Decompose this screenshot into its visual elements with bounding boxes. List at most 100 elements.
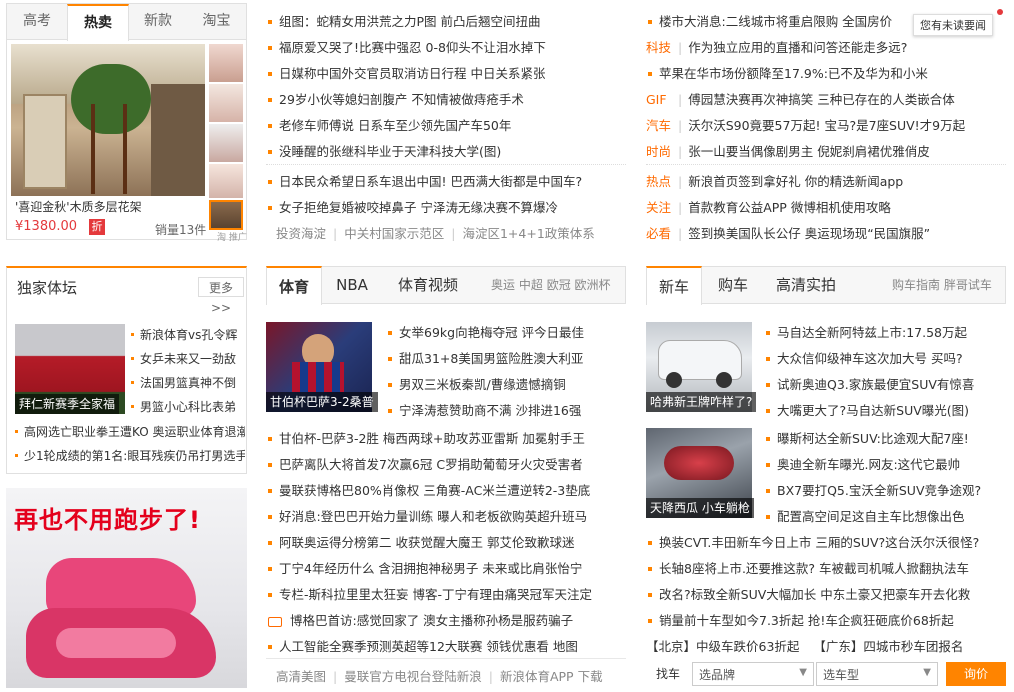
list-item[interactable]: 男篮小心科比表弟	[129, 398, 246, 415]
footer-link[interactable]: 高清美图	[276, 669, 326, 684]
news-item[interactable]: 马自达全新阿特兹上市:17.58万起	[764, 322, 1006, 341]
thumb-4[interactable]	[209, 164, 243, 198]
news-item[interactable]: 日媒称中国外交官员取消访日行程 中日关系紧张	[266, 63, 545, 82]
image-caption[interactable]: 拜仁新赛季全家福	[15, 394, 120, 414]
auto-image-1[interactable]: 哈弗新王牌咋样了?	[646, 322, 757, 412]
news-item[interactable]: 关注 | 首款教育公益APP 微博相机使用攻略	[646, 197, 891, 216]
news-item[interactable]: 日本民众希望日系车退出中国! 巴西满大街都是中国车?	[266, 171, 582, 190]
news-item[interactable]: 曝斯柯达全新SUV:比途观大配7座!	[764, 428, 1006, 447]
thumb-1[interactable]	[209, 44, 243, 82]
ad-link[interactable]: 投资海淀	[276, 226, 326, 241]
slipper-ad[interactable]: 再也不用跑步了!	[6, 488, 247, 688]
sub-link[interactable]: 胖哥试车	[944, 278, 992, 292]
inquire-button[interactable]: 询价	[946, 662, 1006, 686]
news-item[interactable]: 男双三米板秦凯/曹缘遗憾摘铜	[386, 374, 626, 393]
news-item[interactable]: 必看 | 签到换美国队长公仔 奥运现场现“民国旗服”	[646, 223, 930, 242]
news-item[interactable]: 阿联奥运得分榜第二 收获觉醒大魔王 郭艾伦致歉球迷	[266, 532, 626, 551]
news-item[interactable]: 销量前十车型如今7.3折起 抢!车企疯狂砸底价68折起	[646, 610, 1008, 629]
news-item[interactable]: 巴萨离队大将首发7次赢6冠 C罗捐助葡萄牙火灾受害者	[266, 454, 626, 473]
news-item[interactable]: 大众信仰级神车这次加大号 买吗?	[764, 348, 1006, 367]
news-item[interactable]: BX7要打Q5.宝沃全新SUV竞争途观?	[764, 480, 1006, 499]
news-item[interactable]: 博格巴首访:感觉回家了 澳女主播称孙杨是服药骗子	[266, 610, 626, 629]
tab-sports-video[interactable]: 体育视频	[386, 266, 470, 304]
news-item[interactable]: 试新奥迪Q3.家族最便宜SUV有惊喜	[764, 374, 1006, 393]
model-select[interactable]: 选车型 ▼	[816, 662, 938, 686]
shop-tab-gaokao[interactable]: 高考	[7, 4, 67, 38]
news-item[interactable]: 组图：蛇精女用洪荒之力P图 前凸后翘空间扭曲	[266, 11, 541, 30]
image-caption[interactable]: 甘伯杯巴萨3-2桑普	[266, 392, 378, 412]
shop-tab-hot[interactable]: 热卖	[67, 4, 129, 41]
sports-side-title[interactable]: 独家体坛	[17, 277, 77, 298]
thumb-5[interactable]	[209, 200, 243, 230]
unread-tooltip[interactable]: 您有未读要闻	[913, 14, 993, 36]
news-item[interactable]: 29岁小伙等媳妇剖腹产 不知情被做痔疮手术	[266, 89, 524, 108]
news-item[interactable]: 奥迪全新车曝光.网友:这代它最帅	[764, 454, 1006, 473]
promo-link[interactable]: 【广东】四城市秒车团报名	[813, 639, 963, 654]
tab-sports[interactable]: 体育	[266, 266, 322, 305]
news-item[interactable]: 楼市大消息:二线城市将重启限购 全国房价	[646, 11, 892, 30]
tab-nba[interactable]: NBA	[326, 266, 378, 304]
news-item[interactable]: 专栏-斯科拉里里太狂妄 博客-丁宁有理由痛哭冠军天注定	[266, 584, 626, 603]
news-item[interactable]: GIF | 傅园慧決赛再次神搞笑 三种已存在的人类嵌合体	[646, 89, 955, 108]
news-item[interactable]: 曼联获博格巴80%肖像权 三角赛-AC米兰遭逆转2-3垫底	[266, 480, 626, 499]
list-item[interactable]: 法国男篮真神不倒	[129, 374, 246, 391]
news-item[interactable]: 【北京】中级车跌价63折起 【广东】四城市秒车团报名	[646, 636, 1008, 655]
news-item[interactable]: 配置高空间足这自主车比想像出色	[764, 506, 1006, 525]
footer-link[interactable]: 曼联官方电视台登陆新浪	[344, 669, 482, 684]
thumb-2[interactable]	[209, 84, 243, 122]
thumb-3[interactable]	[209, 124, 243, 162]
sub-link[interactable]: 奥运	[491, 278, 515, 292]
news-item[interactable]: 福原爱又哭了!比赛中强忍 0-8仰头不让泪水掉下	[266, 37, 546, 56]
brand-select[interactable]: 选品牌 ▼	[692, 662, 814, 686]
shop-tab-new[interactable]: 新款	[129, 4, 187, 38]
news-item[interactable]: 苹果在华市场份额降至17.9%:已不及华为和小米	[646, 63, 928, 82]
sports-side-more[interactable]: 更多>>	[198, 277, 244, 315]
sports-side-line[interactable]: 高网选亡职业拳王遭KO 奥运职业体育退潮	[13, 423, 245, 440]
sports-side-line[interactable]: 少1轮成绩的第1名:眼耳残疾仍吊打男选手	[13, 447, 245, 464]
news-item[interactable]: 人工智能全赛季预测英超等12大联赛 领钱优惠看 地图	[266, 636, 626, 655]
list-item[interactable]: 新浪体育vs孔令辉	[129, 326, 246, 343]
car-search: 找车 选品牌 ▼ 选车型 ▼ 询价	[646, 660, 1008, 688]
sub-link[interactable]: 购车指南	[892, 278, 940, 292]
news-item[interactable]: 好消息:登巴巴开始力量训练 曝人和老板欲购英超升班马	[266, 506, 626, 525]
news-item[interactable]: 没睡醒的张继科毕业于天津科技大学(图)	[266, 141, 501, 160]
sub-link[interactable]: 欧洲杯	[575, 278, 611, 292]
news-item[interactable]: 老修车师傅说 日系车至少领先国产车50年	[266, 115, 511, 134]
news-item[interactable]: 大嘴更大了?马自达新SUV曝光(图)	[764, 400, 1006, 419]
sports-side-image[interactable]: 拜仁新赛季全家福	[15, 324, 125, 414]
sports-section: 体育 NBA 体育视频 奥运 中超 欧冠 欧洲杯 甘伯杯巴萨3-2桑普 女举69…	[266, 266, 626, 690]
news-item[interactable]: 女子拒绝复婚被咬掉鼻子 宁泽涛无缘决赛不算爆冷	[266, 197, 558, 216]
news-item[interactable]: 宁泽涛惹赞助商不满 沙排进16强	[386, 400, 626, 419]
image-caption[interactable]: 哈弗新王牌咋样了?	[646, 392, 757, 412]
footer-link[interactable]: 新浪体育APP 下载	[500, 669, 603, 684]
news-item[interactable]: 科技 | 作为独立应用的直播和问答还能走多远?	[646, 37, 907, 56]
news-item[interactable]: 甜瓜31+8美国男篮险胜澳大利亚	[386, 348, 626, 367]
product-image[interactable]	[11, 44, 205, 196]
news-item[interactable]: 时尚 | 张一山要当偶像剧男主 倪妮刹肩裙优雅俏皮	[646, 141, 930, 160]
promo-link[interactable]: 【北京】中级车跌价63折起	[646, 639, 799, 654]
tab-buy-car[interactable]: 购车	[708, 266, 758, 304]
ad-link[interactable]: 海淀区1+4+1政策体系	[462, 226, 594, 241]
news-item[interactable]: 长轴8座将上市.还要推这款? 车被截司机喊人掀翻执法车	[646, 558, 1008, 577]
auto-image-2[interactable]: 天降西瓜 小车躺枪	[646, 428, 754, 518]
sports-image[interactable]: 甘伯杯巴萨3-2桑普	[266, 322, 378, 412]
news-item[interactable]: 汽车 | 沃尔沃S90竟要57万起! 宝马?是7座SUV!才9万起	[646, 115, 965, 134]
news-item[interactable]: 改名?标致全新SUV大幅加长 中东土豪又把豪车开去化救	[646, 584, 1008, 603]
news-item[interactable]: 甘伯杯-巴萨3-2胜 梅西两球+助攻苏亚雷斯 加冕射手王	[266, 428, 626, 447]
product-caption[interactable]: '喜迎金秋'木质多层花架	[15, 198, 142, 215]
shop-tab-taobao[interactable]: 淘宝	[187, 4, 246, 38]
ad-link[interactable]: 中关村国家示范区	[344, 226, 444, 241]
news-item[interactable]: 换装CVT.丰田新车今日上市 三厢的SUV?这台沃尔沃很怪?	[646, 532, 1008, 551]
sports-footer: 高清美图 | 曼联官方电视台登陆新浪 | 新浪体育APP 下载	[276, 669, 603, 684]
tab-new-car[interactable]: 新车	[646, 266, 702, 305]
news-item[interactable]: 女举69kg向艳梅夺冠 评今日最佳	[386, 322, 626, 341]
product-sales: 销量13件	[155, 223, 207, 237]
sub-link[interactable]: 欧冠	[547, 278, 571, 292]
image-caption[interactable]: 天降西瓜 小车躺枪	[646, 498, 754, 518]
news-item[interactable]: 热点 | 新浪首页签到拿好礼 你的精选新闻app	[646, 171, 903, 190]
sub-link[interactable]: 中超	[519, 278, 543, 292]
ad-title: 再也不用跑步了!	[14, 506, 201, 534]
list-item[interactable]: 女乒未来又一劲敌	[129, 350, 246, 367]
tab-hd-photos[interactable]: 高清实拍	[766, 266, 846, 304]
news-item[interactable]: 丁宁4年经历什么 含泪拥抱神秘男子 未来或比肩张怡宁	[266, 558, 626, 577]
